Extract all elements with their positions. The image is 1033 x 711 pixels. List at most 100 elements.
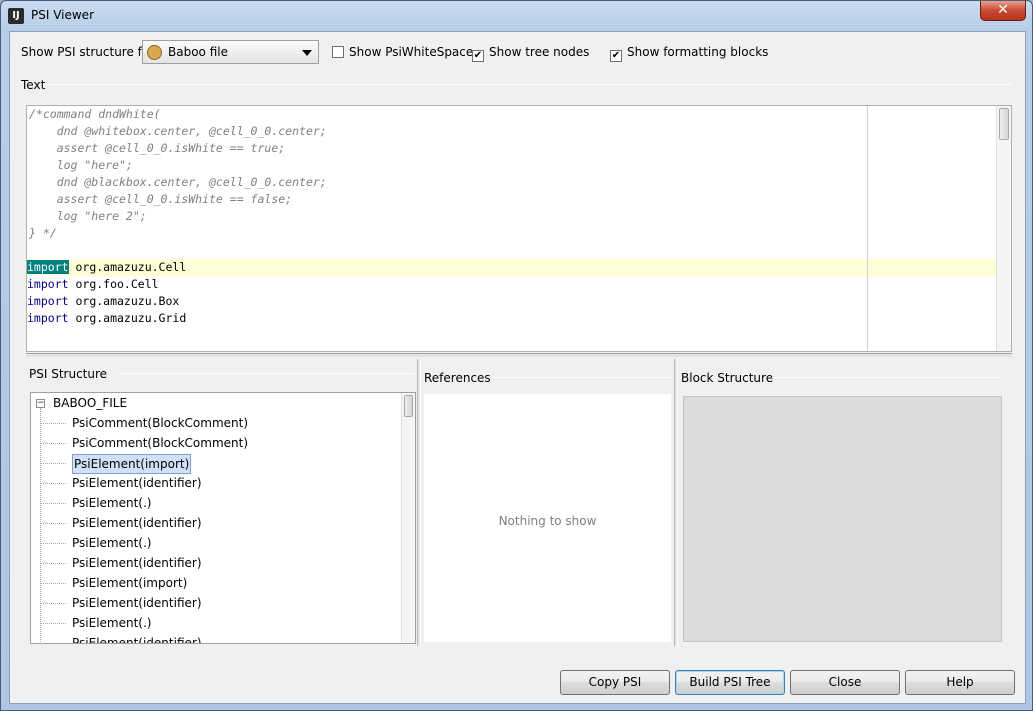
app-icon: IJ bbox=[8, 8, 24, 24]
import-keyword: import bbox=[27, 294, 69, 308]
title-bar[interactable]: IJ PSI Viewer ✕ bbox=[1, 1, 1032, 31]
show-psi-whitespace-checkbox[interactable]: Show PsiWhiteSpace bbox=[332, 45, 473, 59]
tree-node-label: PsiElement(.) bbox=[72, 536, 152, 550]
tree-node-label: PsiElement(import) bbox=[72, 576, 188, 590]
tree-branch-line bbox=[41, 603, 66, 604]
close-button[interactable]: Close bbox=[790, 670, 900, 695]
build-psi-tree-button[interactable]: Build PSI Tree bbox=[675, 670, 785, 695]
code-line: import org.foo.Cell bbox=[27, 276, 159, 293]
close-icon: ✕ bbox=[997, 2, 1009, 18]
structure-label: Show PSI structure for: bbox=[21, 45, 159, 59]
code-line: assert @cell_0_0.isWhite == false; bbox=[29, 192, 293, 206]
code-line: log "here"; bbox=[29, 158, 133, 172]
file-type-value: Baboo file bbox=[168, 45, 228, 59]
horizontal-splitter[interactable] bbox=[26, 353, 1012, 357]
chevron-down-icon[interactable] bbox=[302, 50, 312, 56]
tree-branch-line bbox=[41, 523, 66, 524]
vertical-splitter-left[interactable] bbox=[417, 359, 421, 646]
psi-tree[interactable]: − BABOO_FILE PsiComment(BlockComment) Psi… bbox=[30, 392, 416, 644]
tree-node-label: PsiComment(BlockComment) bbox=[72, 416, 249, 430]
references-divider bbox=[493, 377, 671, 378]
tree-node[interactable]: PsiComment(BlockComment) bbox=[31, 413, 401, 433]
import-keyword-selected: import bbox=[27, 260, 69, 274]
tree-node-label: PsiElement(.) bbox=[72, 496, 152, 510]
tree-node[interactable]: PsiElement(identifier) bbox=[31, 513, 401, 533]
tree-node-label: PsiElement(import) bbox=[72, 454, 192, 474]
tree-root-label: BABOO_FILE bbox=[53, 396, 128, 410]
tree-node-label: PsiElement(identifier) bbox=[72, 516, 202, 530]
tree-node[interactable]: PsiElement(identifier) bbox=[31, 553, 401, 573]
tree-node-label: PsiElement(identifier) bbox=[72, 556, 202, 570]
code-line: } */ bbox=[29, 226, 57, 240]
tree-node[interactable]: PsiElement(.) bbox=[31, 613, 401, 633]
tree-branch-line bbox=[41, 443, 66, 444]
dialog-body: Show PSI structure for: Baboo file Show … bbox=[9, 31, 1026, 704]
tree-branch-line bbox=[41, 643, 66, 644]
baboo-file-icon bbox=[147, 45, 162, 60]
code-line: import org.amazuzu.Box bbox=[27, 293, 179, 310]
tree-branch-line bbox=[41, 483, 66, 484]
import-path: org.amazuzu.Grid bbox=[68, 311, 187, 325]
nothing-to-show-text: Nothing to show bbox=[498, 514, 597, 528]
text-section-divider bbox=[50, 84, 1011, 85]
right-margin-guide bbox=[867, 106, 868, 351]
tree-scroll-thumb[interactable] bbox=[404, 395, 413, 417]
tree-node-label: PsiComment(BlockComment) bbox=[72, 436, 249, 450]
tree-branch-line bbox=[41, 463, 66, 464]
show-tree-nodes-checkbox[interactable]: ✔ Show tree nodes bbox=[472, 45, 589, 62]
editor-scroll-thumb[interactable] bbox=[999, 108, 1009, 140]
block-structure-divider bbox=[772, 377, 1000, 378]
code-line: /*command dndWhite( bbox=[29, 107, 161, 121]
tree-node[interactable]: PsiElement(identifier) bbox=[31, 593, 401, 613]
tree-node[interactable]: PsiElement(identifier) bbox=[31, 473, 401, 493]
code-line: import org.amazuzu.Grid bbox=[27, 310, 186, 327]
tree-root[interactable]: − BABOO_FILE bbox=[31, 393, 401, 413]
code-editor[interactable]: /*command dndWhite( dnd @whitebox.center… bbox=[26, 105, 1012, 352]
collapse-icon[interactable]: − bbox=[36, 399, 45, 408]
tree-node-label: PsiElement(identifier) bbox=[72, 636, 202, 644]
text-section-label: Text bbox=[21, 78, 46, 92]
import-keyword: import bbox=[27, 311, 69, 325]
copy-psi-button[interactable]: Copy PSI bbox=[560, 670, 670, 695]
psi-viewer-window: IJ PSI Viewer ✕ Show PSI structure for: … bbox=[0, 0, 1033, 711]
import-keyword: import bbox=[27, 277, 69, 291]
help-button[interactable]: Help bbox=[905, 670, 1015, 695]
psi-structure-title: PSI Structure bbox=[29, 367, 108, 381]
checkbox-checked-icon[interactable]: ✔ bbox=[610, 50, 622, 62]
tree-vertical-scrollbar[interactable] bbox=[401, 393, 415, 643]
tree-branch-line bbox=[41, 583, 66, 584]
tree-branch-line bbox=[41, 543, 66, 544]
show-tree-nodes-label: Show tree nodes bbox=[489, 45, 590, 59]
tree-node[interactable]: PsiElement(.) bbox=[31, 533, 401, 553]
tree-branch-line bbox=[41, 503, 66, 504]
tree-node[interactable]: PsiElement(identifier) bbox=[31, 633, 401, 644]
checkbox-icon[interactable] bbox=[332, 46, 344, 58]
editor-vertical-scrollbar[interactable] bbox=[996, 106, 1011, 351]
tree-node[interactable]: PsiElement(import) bbox=[31, 573, 401, 593]
references-list[interactable]: Nothing to show bbox=[424, 394, 671, 642]
window-close-button[interactable]: ✕ bbox=[980, 1, 1026, 21]
tree-node[interactable]: PsiElement(.) bbox=[31, 493, 401, 513]
file-type-combo[interactable]: Baboo file bbox=[142, 40, 319, 64]
import-path: org.foo.Cell bbox=[68, 277, 159, 291]
code-line: assert @cell_0_0.isWhite == true; bbox=[29, 141, 286, 155]
tree-branch-line bbox=[41, 623, 66, 624]
block-structure-panel[interactable] bbox=[683, 396, 1002, 642]
psi-structure-divider bbox=[121, 373, 414, 374]
code-line: log "here 2"; bbox=[29, 209, 147, 223]
tree-node[interactable]: PsiElement(import) bbox=[31, 453, 401, 474]
tree-node-label: PsiElement(identifier) bbox=[72, 476, 202, 490]
tree-branch-line bbox=[41, 423, 66, 424]
show-psi-whitespace-label: Show PsiWhiteSpace bbox=[349, 45, 474, 59]
tree-node-label: PsiElement(identifier) bbox=[72, 596, 202, 610]
code-line-current: import org.amazuzu.Cell bbox=[27, 259, 997, 276]
vertical-splitter-right[interactable] bbox=[674, 359, 678, 646]
tree-branch-line bbox=[41, 563, 66, 564]
tree-node[interactable]: PsiComment(BlockComment) bbox=[31, 433, 401, 453]
import-path: org.amazuzu.Box bbox=[68, 294, 180, 308]
show-formatting-blocks-label: Show formatting blocks bbox=[627, 45, 769, 59]
tree-node-label: PsiElement(.) bbox=[72, 616, 152, 630]
show-formatting-blocks-checkbox[interactable]: ✔ Show formatting blocks bbox=[610, 45, 768, 62]
block-structure-title: Block Structure bbox=[681, 371, 774, 385]
checkbox-checked-icon[interactable]: ✔ bbox=[472, 50, 484, 62]
